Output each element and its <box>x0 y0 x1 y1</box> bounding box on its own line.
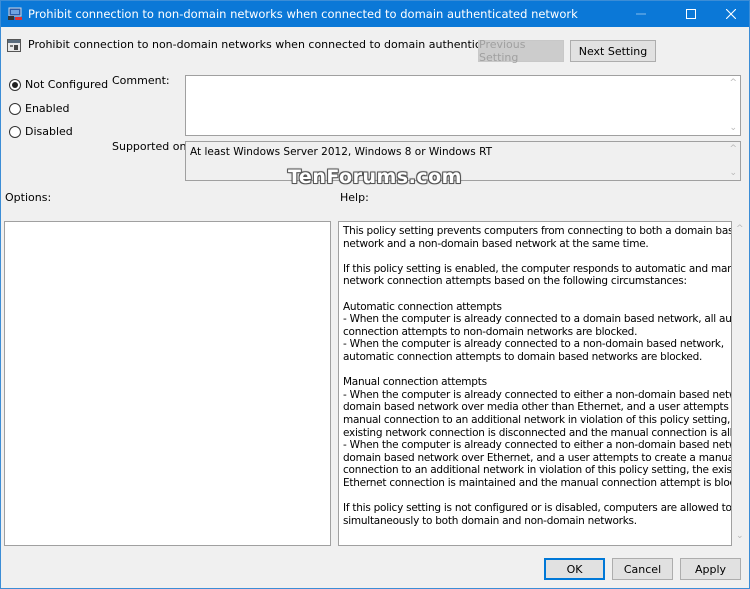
apply-button[interactable]: Apply <box>680 558 741 580</box>
help-text-line: network and a non-domain based network a… <box>343 237 649 250</box>
next-setting-button[interactable]: Next Setting <box>570 40 656 62</box>
radio-button[interactable] <box>9 125 21 138</box>
supported-on-field: At least Windows Server 2012, Windows 8 … <box>185 141 741 181</box>
minimize-icon <box>636 13 646 15</box>
scroll-up-icon[interactable]: ^ <box>729 78 737 88</box>
help-text-line: domain based network over media other th… <box>343 401 731 414</box>
help-blank-line <box>343 489 731 502</box>
maximize-button[interactable] <box>671 1 711 27</box>
help-text-line: If this policy setting is not configured… <box>343 502 732 515</box>
watermark-text: TenForums.com <box>288 166 462 188</box>
help-text-line: connection to an additional network in v… <box>343 464 732 477</box>
ok-label: OK <box>566 562 583 576</box>
help-label: Help: <box>340 191 369 204</box>
previous-setting-button[interactable]: Previous Setting <box>478 38 564 64</box>
help-blank-line <box>343 250 731 263</box>
scroll-up-icon[interactable]: ^ <box>729 144 737 154</box>
help-text-line: Ethernet connection is maintained and th… <box>343 476 732 489</box>
help-panel[interactable]: This policy setting prevents computers f… <box>338 221 732 546</box>
help-text-line: This policy setting prevents computers f… <box>343 225 732 237</box>
close-icon <box>726 9 736 19</box>
policy-dialog-window: Prohibit connection to non-domain networ… <box>0 0 750 589</box>
help-scroll-up-icon[interactable]: ^ <box>736 224 746 234</box>
help-text-line: network connection attempts based on the… <box>343 275 687 288</box>
policy-name-heading: Prohibit connection to non-domain networ… <box>28 38 554 51</box>
radio-button[interactable] <box>9 102 21 115</box>
radio-enabled[interactable]: Enabled <box>9 102 69 115</box>
help-text-line: existing network connection is disconnec… <box>343 426 732 439</box>
help-blank-line <box>343 364 731 377</box>
previous-setting-label: Previous Setting <box>479 38 526 64</box>
scroll-down-icon[interactable]: ⌄ <box>729 123 737 133</box>
minimize-button[interactable] <box>621 1 661 27</box>
help-text-line: Manual connection attempts <box>343 376 487 389</box>
radio-disabled[interactable]: Disabled <box>9 125 73 138</box>
help-blank-line <box>343 288 731 301</box>
group-policy-app-icon <box>8 7 22 20</box>
cancel-label: Cancel <box>623 562 662 576</box>
radio-label: Enabled <box>25 102 70 115</box>
help-text-line: domain based network over Ethernet, and … <box>343 451 732 464</box>
help-text-line: simultaneously to both domain and non-do… <box>343 514 637 527</box>
ok-button[interactable]: OK <box>544 558 605 580</box>
radio-not-configured[interactable]: Not Configured <box>9 78 108 91</box>
policy-setting-icon <box>7 39 21 52</box>
supported-on-label: Supported on: <box>112 140 191 153</box>
apply-label: Apply <box>694 562 727 576</box>
help-text-line: automatic connection attempts to domain … <box>343 350 703 363</box>
scroll-down-icon[interactable]: ⌄ <box>729 168 737 178</box>
options-label: Options: <box>5 191 52 204</box>
help-text-line: manual connection to an additional netwo… <box>343 413 732 426</box>
close-button[interactable] <box>711 1 750 27</box>
window-title: Prohibit connection to non-domain networ… <box>28 7 578 21</box>
maximize-icon <box>686 9 696 19</box>
radio-label: Disabled <box>25 125 73 138</box>
help-text-line: - When the computer is already connected… <box>343 388 731 401</box>
comment-label: Comment: <box>112 74 170 87</box>
help-scroll-down-icon[interactable]: ⌄ <box>736 531 746 541</box>
title-bar[interactable]: Prohibit connection to non-domain networ… <box>1 1 749 27</box>
next-setting-label: Next Setting <box>578 44 648 58</box>
cancel-button[interactable]: Cancel <box>612 558 673 580</box>
options-panel <box>4 221 331 546</box>
comment-textarea[interactable]: ^ ⌄ <box>185 75 741 136</box>
help-text: This policy setting prevents computers f… <box>343 225 732 527</box>
radio-label: Not Configured <box>25 78 109 91</box>
help-text-line: - When the computer is already connected… <box>343 313 732 326</box>
help-text-line: Automatic connection attempts <box>343 300 502 313</box>
radio-button-checked[interactable] <box>9 78 21 91</box>
supported-on-value: At least Windows Server 2012, Windows 8 … <box>190 146 493 158</box>
help-text-line: - When the computer is already connected… <box>343 338 724 351</box>
help-text-line: If this policy setting is enabled, the c… <box>343 262 732 275</box>
help-text-line: connection attempts to non-domain networ… <box>343 325 638 338</box>
help-text-line: - When the computer is already connected… <box>343 439 731 452</box>
